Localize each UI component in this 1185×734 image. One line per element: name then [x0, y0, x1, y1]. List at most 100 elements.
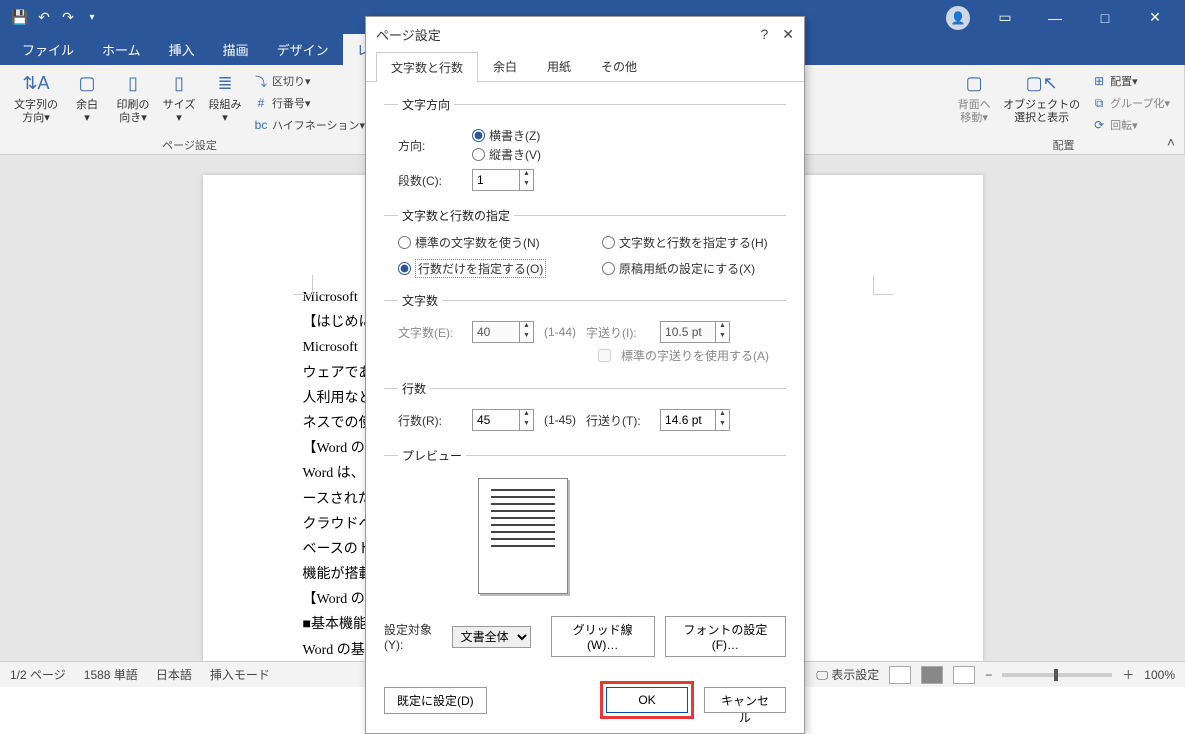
rotate-icon: ⟳ — [1092, 118, 1106, 132]
maximize-icon[interactable]: □ — [1090, 10, 1120, 26]
radio-default-chars[interactable] — [398, 236, 411, 249]
read-mode-icon[interactable] — [889, 666, 911, 684]
save-icon[interactable]: 💾 — [12, 10, 28, 26]
char-pitch-input — [661, 325, 715, 339]
lines-input[interactable] — [473, 413, 519, 427]
crop-mark-tr — [873, 275, 893, 295]
dialog-tab-paper[interactable]: 用紙 — [532, 51, 586, 81]
tab-home[interactable]: ホーム — [88, 34, 155, 65]
text-direction-icon: ⇅A — [23, 71, 49, 97]
preview-thumbnail — [478, 478, 568, 594]
set-default-button[interactable]: 既定に設定(D) — [384, 687, 487, 714]
zoom-level[interactable]: 100% — [1144, 668, 1175, 682]
tab-insert[interactable]: 挿入 — [155, 34, 209, 65]
orientation-button[interactable]: ▯印刷の 向き▾ — [112, 69, 154, 127]
section-grid-spec: 文字数と行数の指定 標準の文字数を使う(N) 文字数と行数を指定する(H) 行数… — [384, 207, 786, 288]
line-numbers-icon: # — [254, 96, 268, 110]
section-preview: プレビュー — [384, 447, 786, 608]
legend-lines: 行数 — [398, 380, 430, 397]
dialog-tab-grid[interactable]: 文字数と行数 — [376, 52, 478, 82]
legend-preview: プレビュー — [398, 447, 466, 464]
margins-button[interactable]: ▢余白 ▾ — [66, 69, 108, 127]
checkbox-default-pitch — [598, 349, 611, 362]
columns-button[interactable]: ≣段組み ▾ — [204, 69, 246, 127]
align-button[interactable]: ⊞配置▾ — [1088, 71, 1174, 91]
columns-spinner[interactable]: ▲▼ — [472, 169, 534, 191]
label-chars: 文字数(E): — [398, 324, 462, 341]
label-line-pitch: 行送り(T): — [586, 412, 650, 429]
zoom-out-button[interactable]: − — [985, 668, 992, 682]
qat-dropdown-icon[interactable]: ▾ — [84, 10, 100, 26]
web-layout-icon[interactable] — [953, 666, 975, 684]
margins-icon: ▢ — [74, 71, 100, 97]
dialog-titlebar: ページ設定 ? ✕ — [366, 17, 804, 51]
ribbon-group-page-setup: ⇅A文字列の 方向▾ ▢余白 ▾ ▯印刷の 向き▾ ▯サイズ ▾ ≣段組み ▾ … — [0, 65, 380, 154]
size-button[interactable]: ▯サイズ ▾ — [158, 69, 200, 127]
columns-input[interactable] — [473, 173, 519, 187]
radio-lines-only[interactable] — [398, 262, 411, 275]
undo-icon[interactable]: ↶ — [36, 10, 52, 26]
radio-specify-both[interactable] — [602, 236, 615, 249]
selection-pane-button[interactable]: ▢↖オブジェクトの 選択と表示 — [999, 69, 1084, 127]
text-direction-button[interactable]: ⇅A文字列の 方向▾ — [10, 69, 62, 127]
radio-lines-only-label: 行数だけを指定する(O) — [415, 259, 546, 278]
line-numbers-button[interactable]: #行番号▾ — [250, 93, 369, 113]
apply-to-select[interactable]: 文書全体 — [452, 626, 531, 648]
page-setup-dialog: ページ設定 ? ✕ 文字数と行数 余白 用紙 その他 文字方向 方向: 横書き(… — [365, 16, 805, 734]
tab-draw[interactable]: 描画 — [209, 34, 263, 65]
dialog-help-icon[interactable]: ? — [760, 26, 768, 43]
dialog-tab-other[interactable]: その他 — [586, 51, 652, 81]
radio-vertical-label: 縦書き(V) — [489, 146, 541, 163]
cancel-button[interactable]: キャンセル — [704, 687, 786, 713]
zoom-slider[interactable] — [1002, 673, 1112, 677]
checkbox-default-pitch-label: 標準の字送りを使用する(A) — [621, 347, 769, 364]
selection-pane-icon: ▢↖ — [1029, 71, 1055, 97]
lines-spinner[interactable]: ▲▼ — [472, 409, 534, 431]
line-pitch-spinner[interactable]: ▲▼ — [660, 409, 730, 431]
chars-range: (1-44) — [544, 325, 576, 339]
hyphenation-button[interactable]: bcハイフネーション▾ — [250, 115, 369, 135]
legend-spec: 文字数と行数の指定 — [398, 207, 514, 224]
status-words[interactable]: 1588 単語 — [84, 666, 138, 683]
redo-icon[interactable]: ↷ — [60, 10, 76, 26]
print-layout-icon[interactable] — [921, 666, 943, 684]
radio-default-chars-label: 標準の文字数を使う(N) — [415, 234, 540, 251]
ok-button[interactable]: OK — [606, 687, 688, 713]
ribbon-display-icon[interactable]: ▭ — [990, 9, 1020, 26]
group-button: ⧉グループ化▾ — [1088, 93, 1174, 113]
breaks-icon: ⤵ — [254, 74, 268, 88]
display-settings-button[interactable]: 🖵 表示設定 — [816, 666, 879, 683]
send-backward-icon: ▢ — [961, 71, 987, 97]
label-apply-to: 設定対象(Y): — [384, 621, 442, 652]
radio-horizontal[interactable] — [472, 129, 485, 142]
tab-file[interactable]: ファイル — [8, 34, 88, 65]
dialog-tab-margins[interactable]: 余白 — [478, 51, 532, 81]
status-language[interactable]: 日本語 — [156, 666, 192, 683]
status-insert-mode[interactable]: 挿入モード — [210, 666, 270, 683]
dialog-title: ページ設定 — [376, 25, 441, 44]
radio-manuscript[interactable] — [602, 262, 615, 275]
align-icon: ⊞ — [1092, 74, 1106, 88]
zoom-in-button[interactable]: ＋ — [1122, 666, 1134, 683]
font-settings-button[interactable]: フォントの設定(F)… — [665, 616, 786, 657]
collapse-ribbon-icon[interactable]: ˄ — [1167, 134, 1175, 150]
line-pitch-input[interactable] — [661, 413, 715, 427]
ribbon-group-arrange: ▢背面へ 移動▾ ▢↖オブジェクトの 選択と表示 ⊞配置▾ ⧉グループ化▾ ⟳回… — [943, 65, 1185, 154]
grid-lines-button[interactable]: グリッド線(W)… — [551, 616, 655, 657]
close-window-icon[interactable]: ✕ — [1140, 9, 1170, 26]
send-backward-button: ▢背面へ 移動▾ — [953, 69, 995, 127]
crop-mark-tl — [293, 275, 313, 295]
radio-vertical[interactable] — [472, 148, 485, 161]
orientation-icon: ▯ — [120, 71, 146, 97]
breaks-button[interactable]: ⤵区切り▾ — [250, 71, 369, 91]
chars-input — [473, 325, 519, 339]
radio-horizontal-label: 横書き(Z) — [489, 127, 540, 144]
user-avatar[interactable]: 👤 — [946, 6, 970, 30]
quick-access-toolbar: 💾 ↶ ↷ ▾ — [0, 10, 100, 26]
status-page[interactable]: 1/2 ページ — [10, 666, 66, 683]
label-columns: 段数(C): — [398, 172, 462, 189]
minimize-icon[interactable]: — — [1040, 10, 1070, 26]
dialog-close-icon[interactable]: ✕ — [782, 26, 794, 43]
tab-design[interactable]: デザイン — [263, 34, 343, 65]
legend-direction: 文字方向 — [398, 96, 454, 113]
